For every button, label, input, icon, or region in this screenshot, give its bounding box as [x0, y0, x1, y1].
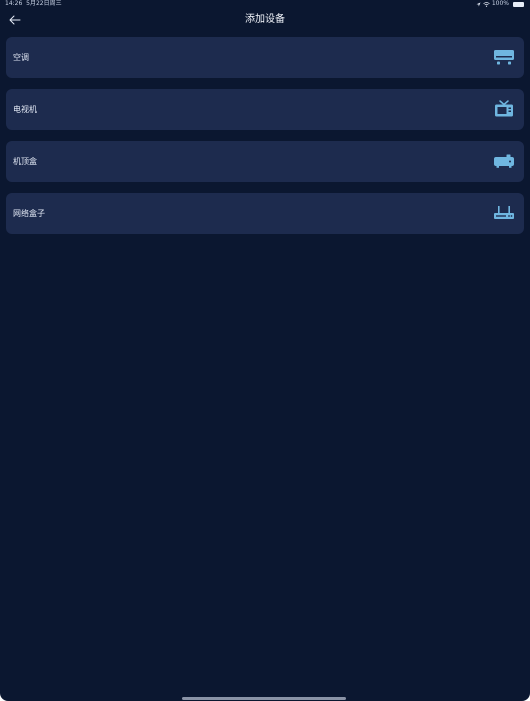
device-item-set-top-box[interactable]: 机顶盒: [6, 141, 524, 182]
status-date: 5月22日周三: [26, 0, 62, 7]
device-label: 电视机: [13, 105, 37, 114]
status-bar: 14:26 5月22日周三 100%: [0, 0, 530, 8]
status-indicators: 100%: [476, 0, 524, 8]
location-icon: [476, 2, 481, 6]
battery-icon: [513, 1, 524, 7]
router-icon: [494, 206, 514, 219]
set-top-box-icon: [494, 154, 514, 168]
wifi-icon: [483, 1, 490, 7]
screen: 14:26 5月22日周三 100% 添加设备 空调 电视机 机顶盒 网络盒子: [0, 0, 530, 701]
device-list: 空调 电视机 机顶盒 网络盒子: [6, 37, 524, 245]
tv-icon: [495, 100, 513, 117]
device-label: 空调: [13, 53, 29, 62]
air-conditioner-icon: [494, 50, 514, 65]
home-indicator[interactable]: [182, 697, 346, 700]
status-time: 14:26 5月22日周三: [5, 0, 62, 8]
device-item-network-box[interactable]: 网络盒子: [6, 193, 524, 234]
page-title: 添加设备: [245, 14, 285, 25]
battery-percent: 100%: [491, 0, 509, 7]
device-label: 机顶盒: [13, 157, 37, 166]
status-time-clock: 14:26: [5, 0, 23, 7]
device-label: 网络盒子: [13, 209, 45, 218]
nav-bar: 添加设备: [0, 10, 530, 30]
device-item-tv[interactable]: 电视机: [6, 89, 524, 130]
device-item-air-conditioner[interactable]: 空调: [6, 37, 524, 78]
